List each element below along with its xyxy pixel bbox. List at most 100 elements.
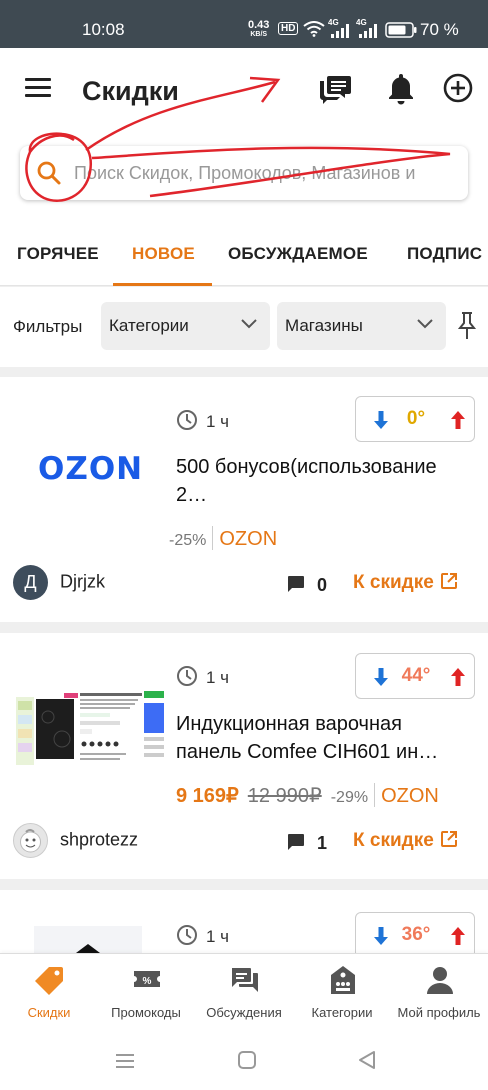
chat-icon[interactable] [317, 70, 353, 106]
categories-icon [331, 966, 355, 994]
deal-discount: -29% [330, 789, 369, 806]
external-link-icon [440, 831, 457, 847]
categories-dropdown[interactable]: Категории [101, 302, 270, 350]
svg-text:%: % [143, 976, 152, 987]
deal-card[interactable]: OZON 1 ч 0° 500 бонусов(использование 2…… [0, 377, 488, 622]
clock-icon [177, 666, 197, 686]
battery-percent: 70 % [420, 20, 459, 39]
deal-card[interactable]: 1 ч 44° Индукционная варочная панель Com… [0, 633, 488, 879]
tab-new[interactable]: НОВОЕ [132, 244, 195, 264]
divider [374, 783, 376, 807]
deal-author[interactable]: shprotezz [13, 823, 138, 858]
home-icon[interactable] [237, 1050, 257, 1070]
nav-discussions-label: Обсуждения [206, 1005, 282, 1020]
net-speed-value: 0.43 [248, 19, 270, 31]
comment-icon [288, 576, 304, 592]
avatar-image [20, 829, 41, 853]
nav-categories[interactable]: Категории [294, 954, 390, 1034]
tab-hot[interactable]: ГОРЯЧЕЕ [17, 244, 99, 264]
deal-thumbnail[interactable] [14, 926, 166, 953]
system-navigation [0, 1033, 488, 1090]
status-bar: 10:08 0.43 KB/S HD 4G 4G 70 % [0, 0, 488, 48]
categories-dropdown-label: Категории [109, 316, 189, 335]
active-tab-indicator [113, 283, 212, 286]
search-placeholder: Поиск Скидок, Промокодов, Магазинов и [74, 163, 416, 183]
nav-deals-label: Скидки [27, 1005, 71, 1020]
product-image [14, 689, 166, 769]
deal-time: 1 ч [176, 409, 229, 432]
deal-store[interactable]: OZON [219, 528, 277, 550]
deal-price: 9 169₽ [176, 785, 239, 807]
battery-icon [385, 22, 417, 38]
nav-profile-label: Мой профиль [397, 1005, 481, 1020]
nav-promocodes[interactable]: % Промокоды [98, 954, 194, 1034]
tab-discussed[interactable]: ОБСУЖДАЕМОЕ [228, 244, 368, 264]
bell-icon[interactable] [383, 70, 419, 106]
bottom-navigation: Скидки % Промокоды Обсуждения Категории … [0, 953, 488, 1033]
search-icon [37, 161, 61, 185]
add-circle-icon[interactable] [440, 70, 476, 106]
shops-dropdown[interactable]: Магазины [277, 302, 446, 350]
go-to-deal-link[interactable]: К скидке [353, 572, 458, 594]
recents-icon[interactable] [115, 1052, 135, 1070]
deal-thumbnail[interactable] [14, 689, 166, 769]
avatar: Д [13, 565, 48, 600]
vote-up-icon[interactable] [450, 410, 466, 430]
nav-discussions[interactable]: Обсуждения [196, 954, 292, 1034]
go-to-deal-link[interactable]: К скидке [353, 830, 458, 852]
nav-categories-label: Категории [311, 1005, 373, 1020]
ozon-logo: OZON [38, 451, 144, 487]
wifi-icon [303, 21, 325, 37]
tag-icon [35, 967, 63, 995]
deal-author-name: shprotezz [60, 829, 139, 850]
filters-bar: Фильтры Категории Магазины [0, 287, 488, 367]
deal-old-price: 12 990₽ [247, 785, 322, 807]
deal-price-row: -25% OZON [169, 526, 277, 551]
signal-icon [359, 24, 377, 38]
shops-dropdown-label: Магазины [285, 316, 363, 335]
nav-profile[interactable]: Мой профиль [391, 954, 487, 1034]
tab-subscriptions[interactable]: ПОДПИС [407, 244, 482, 264]
chevron-down-icon [241, 319, 257, 329]
divider [212, 526, 214, 550]
deal-time: 1 ч [176, 924, 229, 947]
deal-comments[interactable]: 1 [285, 831, 327, 854]
filters-label: Фильтры [13, 317, 83, 336]
net-speed-unit: KB/S [250, 31, 268, 38]
deal-price-row: 9 169₽ 12 990₽ -29% OZON [176, 783, 439, 808]
pin-icon[interactable] [456, 311, 478, 341]
vote-up-icon[interactable] [450, 926, 466, 946]
deal-comments-count: 0 [317, 575, 328, 595]
deal-card[interactable]: 1 ч 36° [0, 890, 488, 953]
go-to-deal-label: К скидке [353, 830, 434, 851]
nav-deals[interactable]: Скидки [1, 954, 97, 1034]
menu-icon[interactable] [25, 78, 51, 98]
clock: 10:08 [82, 20, 125, 39]
deal-comments[interactable]: 0 [285, 573, 327, 596]
search-input[interactable]: Поиск Скидок, Промокодов, Магазинов и [20, 146, 468, 200]
comment-icon [288, 834, 304, 850]
deal-time: 1 ч [176, 665, 229, 688]
deal-comments-count: 1 [317, 833, 328, 853]
vote-box: 0° [355, 396, 475, 442]
deal-author[interactable]: Д Djrjzk [13, 565, 105, 600]
vote-box: 44° [355, 653, 475, 699]
deal-store[interactable]: OZON [381, 785, 439, 807]
deal-discount: -25% [169, 532, 207, 549]
hd-badge: HD [278, 22, 299, 35]
back-icon[interactable] [357, 1050, 377, 1070]
deal-title[interactable]: 500 бонусов(использование 2… [176, 453, 466, 509]
deal-title[interactable]: Индукционная варочная панель Comfee CIH6… [176, 710, 466, 766]
deal-time-text: 1 ч [206, 412, 230, 431]
product-image [34, 926, 142, 953]
coupon-icon: % [134, 971, 160, 987]
person-icon [427, 967, 453, 994]
signal-icon [331, 24, 349, 38]
avatar [13, 823, 48, 858]
deal-thumbnail[interactable]: OZON [14, 413, 166, 525]
vote-up-icon[interactable] [450, 667, 466, 687]
deal-time-text: 1 ч [206, 927, 230, 946]
go-to-deal-label: К скидке [353, 572, 434, 593]
nav-promocodes-label: Промокоды [111, 1005, 181, 1020]
feed-tabs: ГОРЯЧЕЕ НОВОЕ ОБСУЖДАЕМОЕ ПОДПИС [0, 232, 488, 286]
